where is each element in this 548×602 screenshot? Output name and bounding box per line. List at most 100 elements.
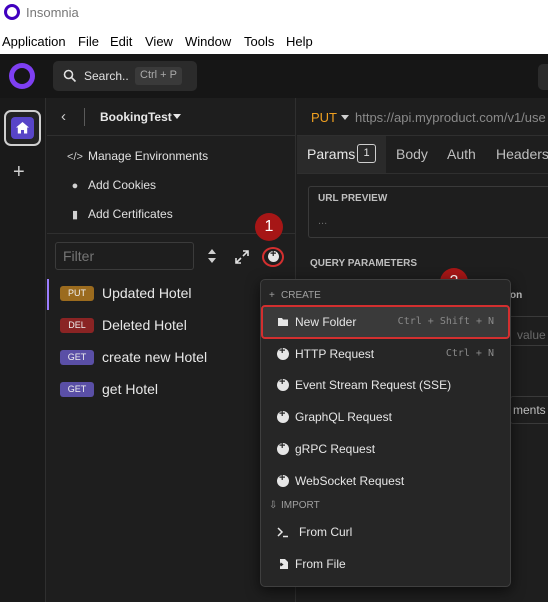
menu-item-label: GraphQL Request xyxy=(295,410,392,424)
insomnia-logo-icon xyxy=(4,4,20,20)
create-dropdown-menu: + CREATE New Folder Ctrl + Shift + N HTTP… xyxy=(260,279,511,587)
window-title: Insomnia xyxy=(26,5,79,20)
menu-item-label: From File xyxy=(295,557,346,571)
url-preview-title: URL PREVIEW xyxy=(318,193,388,204)
home-button[interactable] xyxy=(4,110,41,146)
sort-icon[interactable] xyxy=(207,248,217,264)
sidebar: ‹ BookingTest </> Manage Environments ● Ad… xyxy=(47,98,296,602)
code-icon: </> xyxy=(67,151,83,163)
url-preview: URL PREVIEW ... xyxy=(308,186,548,238)
request-tabs: Params 1 Body Auth Headers xyxy=(297,136,548,174)
import-icon: ⇩ xyxy=(269,500,278,511)
request-item[interactable]: GET create new Hotel xyxy=(47,342,296,374)
left-rail: + xyxy=(0,98,46,602)
project-name[interactable]: BookingTest xyxy=(100,110,172,124)
project-dropdown-icon[interactable] xyxy=(173,114,181,119)
menu-help[interactable]: Help xyxy=(286,34,313,49)
from-curl-menu-item[interactable]: From Curl xyxy=(263,517,508,547)
certificate-icon: ▮ xyxy=(71,209,79,221)
divider xyxy=(84,108,85,126)
menu-item-shortcut: Ctrl + N xyxy=(445,348,494,359)
request-name: Deleted Hotel xyxy=(102,317,187,333)
search-icon xyxy=(63,69,77,83)
method-dropdown-icon[interactable] xyxy=(341,115,349,120)
column-header: on xyxy=(510,290,523,301)
add-certificates-button[interactable]: ▮ Add Certificates xyxy=(67,207,173,221)
menu-view[interactable]: View xyxy=(145,34,173,49)
app-logo-icon[interactable] xyxy=(9,63,35,89)
menu-bar: Application File Edit View Window Tools … xyxy=(0,27,548,54)
param-value-input[interactable]: value xyxy=(517,328,546,342)
method-badge: GET xyxy=(60,382,94,397)
plus-circle-icon xyxy=(268,248,279,262)
sidebar-header: ‹ BookingTest xyxy=(47,98,296,136)
filter-input[interactable] xyxy=(55,242,194,270)
menu-file[interactable]: File xyxy=(78,34,99,49)
tab-headers[interactable]: Headers xyxy=(496,146,548,162)
event-stream-request-menu-item[interactable]: Event Stream Request (SSE) xyxy=(263,370,508,400)
menu-item-label: HTTP Request xyxy=(295,347,375,361)
plus-circle-icon xyxy=(277,472,289,487)
from-file-menu-item[interactable]: From File xyxy=(263,549,508,579)
new-folder-menu-item[interactable]: New Folder Ctrl + Shift + N xyxy=(261,305,510,339)
request-item[interactable]: GET get Hotel xyxy=(47,374,296,406)
menu-item-label: New Folder xyxy=(295,315,357,329)
tab-body[interactable]: Body xyxy=(396,146,428,162)
request-name: get Hotel xyxy=(102,381,159,397)
tab-auth[interactable]: Auth xyxy=(447,146,476,162)
add-certificates-label: Add Certificates xyxy=(88,207,173,221)
menu-item-label: WebSocket Request xyxy=(295,474,405,488)
menu-item-label: From Curl xyxy=(299,525,353,539)
create-section-label: CREATE xyxy=(281,290,321,301)
expand-icon[interactable] xyxy=(235,250,249,264)
tab-params[interactable]: Params 1 xyxy=(297,136,386,173)
tab-params-label: Params xyxy=(307,146,356,162)
home-icon xyxy=(11,117,34,139)
search-label: Search.. xyxy=(84,69,129,83)
menu-tools[interactable]: Tools xyxy=(244,34,274,49)
top-right-button[interactable] xyxy=(538,64,548,90)
plus-circle-icon xyxy=(277,440,289,455)
menu-item-label: Event Stream Request (SSE) xyxy=(295,378,452,392)
import-section-header: ⇩ IMPORT xyxy=(269,500,320,511)
plus-circle-icon xyxy=(277,376,289,391)
menu-edit[interactable]: Edit xyxy=(110,34,132,49)
method-badge: PUT xyxy=(60,286,94,301)
method-select[interactable]: PUT xyxy=(311,110,337,125)
create-section-header: + CREATE xyxy=(269,290,321,301)
create-plus-button[interactable] xyxy=(262,247,284,267)
add-workspace-plus-icon[interactable]: + xyxy=(13,162,25,182)
partial-button[interactable]: ments to xyxy=(510,396,548,424)
menu-item-shortcut: Ctrl + Shift + N xyxy=(397,316,494,327)
menu-application[interactable]: Application xyxy=(2,34,66,49)
request-name: Updated Hotel xyxy=(102,285,192,301)
menu-item-label: gRPC Request xyxy=(295,442,376,456)
request-item[interactable]: PUT Updated Hotel xyxy=(47,278,296,310)
add-cookies-label: Add Cookies xyxy=(88,178,157,192)
plus-circle-icon xyxy=(277,345,289,360)
step-marker-1: 1 xyxy=(255,213,283,241)
import-section-label: IMPORT xyxy=(281,500,320,511)
grpc-request-menu-item[interactable]: gRPC Request xyxy=(263,434,508,464)
http-request-menu-item[interactable]: HTTP Request Ctrl + N xyxy=(263,339,508,369)
request-name: create new Hotel xyxy=(102,349,208,365)
query-parameters-title: QUERY PARAMETERS xyxy=(310,258,418,269)
cookie-icon: ● xyxy=(71,180,79,192)
websocket-request-menu-item[interactable]: WebSocket Request xyxy=(263,466,508,496)
plus-icon: + xyxy=(269,290,275,301)
method-badge: GET xyxy=(60,350,94,365)
search-shortcut: Ctrl + P xyxy=(135,67,182,85)
manage-environments-button[interactable]: </> Manage Environments xyxy=(67,149,208,163)
plus-circle-icon xyxy=(277,408,289,423)
method-badge: DEL xyxy=(60,318,94,333)
url-input[interactable]: https://api.myproduct.com/v1/use xyxy=(355,110,546,125)
search-button[interactable]: Search.. Ctrl + P xyxy=(53,61,197,91)
app-top-bar: Search.. Ctrl + P xyxy=(0,54,548,98)
menu-window[interactable]: Window xyxy=(185,34,231,49)
graphql-request-menu-item[interactable]: GraphQL Request xyxy=(263,402,508,432)
manage-environments-label: Manage Environments xyxy=(88,149,209,163)
url-bar: PUT https://api.myproduct.com/v1/use xyxy=(297,98,548,136)
add-cookies-button[interactable]: ● Add Cookies xyxy=(67,178,156,192)
back-chevron-icon[interactable]: ‹ xyxy=(61,108,66,125)
request-item[interactable]: DEL Deleted Hotel xyxy=(47,310,296,342)
